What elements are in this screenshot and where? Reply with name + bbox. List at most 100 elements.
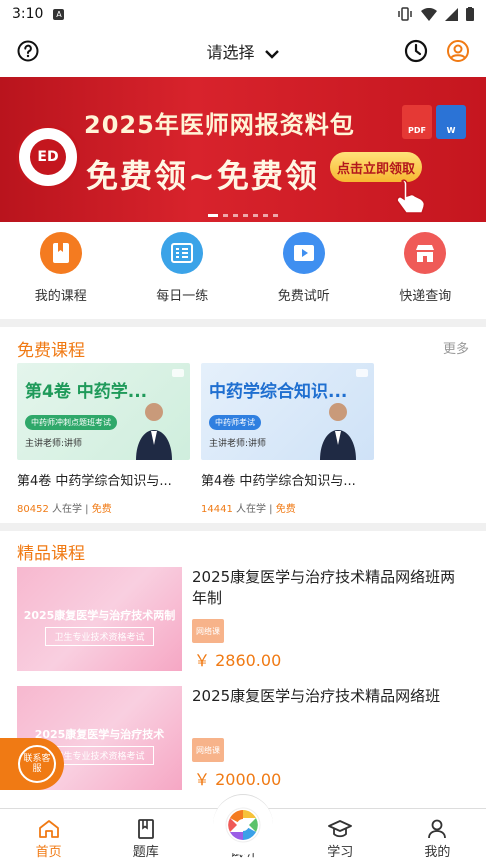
battery-icon: [466, 7, 474, 21]
course-title: 2025康复医学与治疗技术精品网络班: [192, 687, 441, 705]
customer-service-button[interactable]: 联系客服: [0, 738, 64, 790]
status-time: 3:10: [12, 6, 44, 22]
price-label: 免费: [275, 504, 296, 515]
quick-label: 免费试听: [277, 289, 330, 304]
banner-subheadline: 免费领~免费领: [86, 157, 319, 195]
thumb-lecturer: 主讲老师:讲师: [209, 439, 267, 449]
course-type-badge: 网络课: [192, 619, 224, 643]
tab-mine[interactable]: 我的: [389, 809, 486, 865]
free-courses-heading: 免费课程: [17, 341, 85, 361]
history-button[interactable]: [404, 39, 428, 63]
pdf-file-icon: PDF: [402, 105, 432, 139]
tab-study[interactable]: 学习: [292, 809, 389, 865]
profile-button[interactable]: [446, 39, 470, 63]
section-divider: [0, 319, 486, 327]
free-courses-more-link[interactable]: 更多: [443, 338, 469, 357]
question-circle-icon: [17, 40, 39, 62]
course-price: ￥ 2000.00: [194, 770, 282, 789]
quick-entries: 我的课程 每日一练 免费试听 快递查询: [0, 232, 486, 304]
tab-label: 首页: [35, 845, 62, 860]
wifi-icon: [421, 7, 437, 21]
premium-course-item[interactable]: 2025康复医学与治疗技术两制 卫生专业技术资格考试 2025康复医学与治疗技术…: [17, 567, 469, 671]
banner-headline: 2025年医师网报资料包: [84, 111, 355, 139]
learner-count: 14441: [201, 504, 233, 515]
carousel-dot[interactable]: [253, 214, 258, 217]
vibrate-icon: [398, 7, 412, 21]
audition-center-button[interactable]: [213, 794, 273, 855]
price-label: 免费: [91, 504, 112, 515]
carousel-indicator: [0, 214, 486, 217]
thumb-pill: 中药师冲刺点题班考试: [25, 415, 117, 430]
tab-label: 题库: [132, 845, 159, 860]
section-divider: [0, 523, 486, 531]
lecturer-portrait: [320, 403, 356, 460]
user-avatar-icon: [447, 40, 469, 62]
quick-daily-practice[interactable]: 每日一练: [122, 232, 244, 304]
question-bank-icon: [137, 819, 154, 839]
tag-icon: [172, 369, 184, 377]
person-icon: [428, 819, 447, 839]
signal-icon: [445, 7, 458, 21]
thumb-lecturer: 主讲老师:讲师: [25, 439, 83, 449]
carousel-dot[interactable]: [243, 214, 248, 217]
course-thumbnail: 中药学综合知识... 中药师考试 主讲老师:讲师: [201, 363, 374, 460]
learner-label: 人在学: [236, 504, 266, 515]
tab-home[interactable]: 首页: [0, 809, 97, 865]
carousel-dot[interactable]: [273, 214, 278, 217]
learner-label: 人在学: [52, 504, 82, 515]
help-button[interactable]: [16, 39, 40, 63]
quick-express-tracking[interactable]: 快递查询: [365, 232, 486, 304]
lecturer-portrait: [136, 403, 172, 460]
course-meta: 80452 人在学 | 免费: [17, 504, 112, 515]
quick-my-courses[interactable]: 我的课程: [0, 232, 122, 304]
status-bar: 3:10 A: [0, 0, 486, 28]
notification-icon: A: [53, 8, 65, 20]
tab-question-bank[interactable]: 题库: [97, 809, 194, 865]
checklist-icon: [161, 232, 204, 274]
thumb-title: 第4卷 中药学...: [25, 382, 148, 402]
free-course-card[interactable]: 第4卷 中药学... 中药师冲刺点题班考试 主讲老师:讲师 第4卷 中药学综合知…: [17, 363, 190, 515]
premium-course-item[interactable]: 2025康复医学与治疗技术 卫生专业技术资格考试 2025康复医学与治疗技术精品…: [17, 686, 469, 790]
course-thumbnail: 第4卷 中药学... 中药师冲刺点题班考试 主讲老师:讲师: [17, 363, 190, 460]
course-name: 第4卷 中药学综合知识与...: [201, 474, 356, 489]
school-seal-logo: ED: [16, 125, 80, 189]
store-icon: [404, 232, 447, 274]
carousel-dot[interactable]: [223, 214, 228, 217]
course-price: ￥ 2860.00: [194, 651, 282, 670]
exam-selector-button[interactable]: 请选择: [206, 43, 279, 62]
video-icon: [282, 232, 325, 274]
tab-label: 我的: [424, 845, 451, 860]
graduation-cap-icon: [328, 820, 353, 838]
exam-selector-label: 请选择: [206, 43, 255, 62]
home-icon: [38, 820, 59, 838]
free-course-card[interactable]: 中药学综合知识... 中药师考试 主讲老师:讲师 第4卷 中药学综合知识与...…: [201, 363, 374, 515]
course-thumbnail: 2025康复医学与治疗技术两制 卫生专业技术资格考试: [17, 567, 182, 671]
thumb-subtitle: 卫生专业技术资格考试: [45, 627, 154, 646]
clock-icon: [404, 39, 428, 63]
word-file-icon: W: [436, 105, 466, 139]
quick-label: 每日一练: [156, 289, 209, 304]
course-type-badge: 网络课: [192, 738, 224, 762]
book-icon: [39, 232, 82, 274]
carousel-dot[interactable]: [208, 214, 218, 217]
promo-banner[interactable]: ED 2025年医师网报资料包 免费领~免费领 点击立即领取 PDF W: [0, 77, 486, 222]
status-icons: [397, 7, 474, 21]
premium-courses-heading: 精品课程: [17, 544, 85, 564]
carousel-dot[interactable]: [233, 214, 238, 217]
tab-label: 学习: [327, 845, 354, 860]
course-name: 第4卷 中药学综合知识与...: [17, 474, 172, 489]
learner-count: 80452: [17, 504, 49, 515]
chevron-down-icon: [264, 49, 279, 59]
thumb-title: 2025康复医学与治疗技术两制: [23, 609, 176, 622]
quick-label: 快递查询: [399, 289, 452, 304]
thumb-pill: 中药师考试: [209, 415, 261, 430]
quick-free-trial[interactable]: 免费试听: [243, 232, 365, 304]
customer-service-label: 联系客服: [18, 745, 56, 783]
hand-pointer-icon: [396, 179, 426, 214]
quick-label: 我的课程: [34, 289, 87, 304]
course-title: 2025康复医学与治疗技术精品网络班两年制: [192, 568, 456, 607]
tag-icon: [356, 369, 368, 377]
carousel-dot[interactable]: [263, 214, 268, 217]
aperture-icon: [225, 807, 261, 843]
top-bar: 请选择: [0, 28, 486, 74]
